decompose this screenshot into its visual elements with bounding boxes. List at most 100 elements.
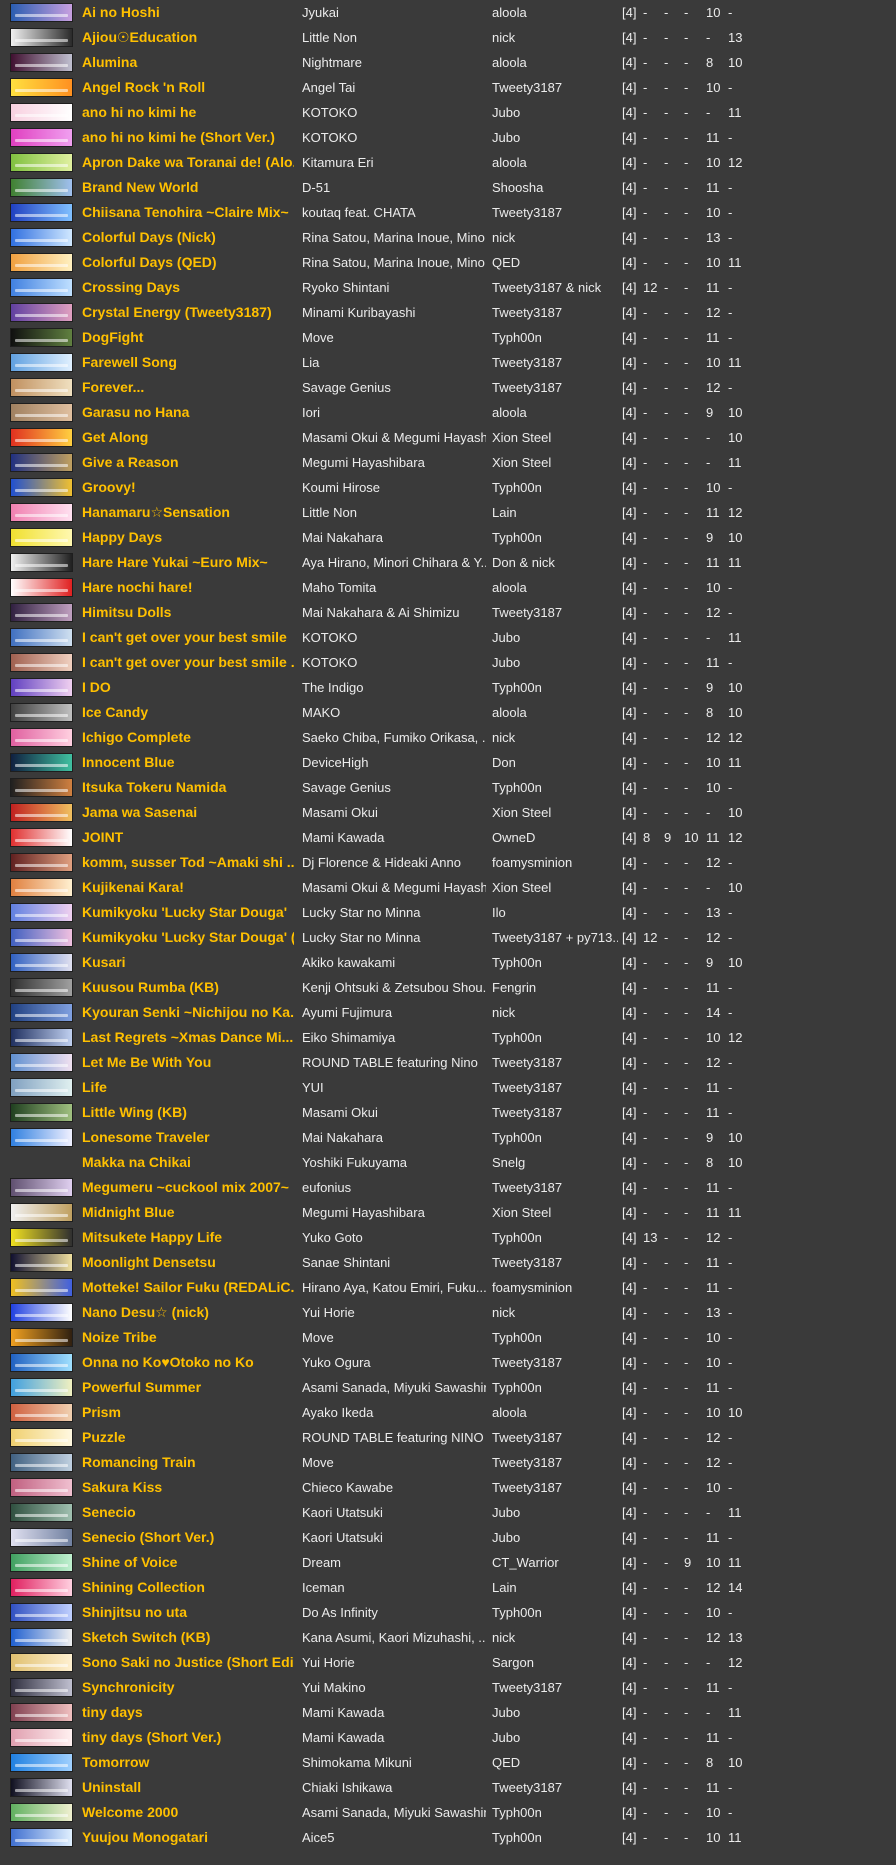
song-title-link[interactable]: Shine of Voice [82, 1550, 294, 1575]
song-title-link[interactable]: tiny days [82, 1700, 294, 1725]
song-row[interactable]: Let Me Be With You ROUND TABLE featuring … [0, 1050, 896, 1075]
song-banner-image[interactable] [10, 1528, 73, 1547]
song-title-link[interactable]: Tomorrow [82, 1750, 294, 1775]
song-row[interactable]: Hanamaru☆Sensation Little Non Lain [4] - - -11… [0, 500, 896, 525]
song-title-link[interactable]: JOINT [82, 825, 294, 850]
song-row[interactable]: Tomorrow Shimokama Mikuni QED [4] - - -8 10 [0, 1750, 896, 1775]
song-title-link[interactable]: ano hi no kimi he [82, 100, 294, 125]
song-title-link[interactable]: Hare nochi hare! [82, 575, 294, 600]
song-banner-image[interactable] [10, 753, 73, 772]
song-title-link[interactable]: Ice Candy [82, 700, 294, 725]
song-row[interactable]: Kumikyoku 'Lucky Star Douga' Lucky Star n… [0, 900, 896, 925]
song-banner-image[interactable] [10, 153, 73, 172]
song-title-link[interactable]: Senecio (Short Ver.) [82, 1525, 294, 1550]
song-banner-image[interactable] [10, 1603, 73, 1622]
song-title-link[interactable]: Sketch Switch (KB) [82, 1625, 294, 1650]
song-banner-image[interactable] [10, 1728, 73, 1747]
song-title-link[interactable]: Kuusou Rumba (KB) [82, 975, 294, 1000]
song-banner-image[interactable] [10, 403, 73, 422]
song-banner-image[interactable] [10, 1028, 73, 1047]
song-banner-image[interactable] [10, 1653, 73, 1672]
song-row[interactable]: Megumeru ~cuckool mix 2007~ eufonius Tweet… [0, 1175, 896, 1200]
song-banner-image[interactable] [10, 903, 73, 922]
song-banner-image[interactable] [10, 1403, 73, 1422]
song-row[interactable]: Kusari Akiko kawakami Typh00n [4] - - -9 10 [0, 950, 896, 975]
song-banner-image[interactable] [10, 253, 73, 272]
song-row[interactable]: Give a Reason Megumi Hayashibara Xion Stee… [0, 450, 896, 475]
song-banner-image[interactable] [10, 278, 73, 297]
song-row[interactable]: Alumina Nightmare aloola [4] - - -8 10 [0, 50, 896, 75]
song-banner-image[interactable] [10, 1278, 73, 1297]
song-title-link[interactable]: Powerful Summer [82, 1375, 294, 1400]
song-banner-image[interactable] [10, 1803, 73, 1822]
song-row[interactable]: Get Along Masami Okui & Megumi Hayashi...… [0, 425, 896, 450]
song-title-link[interactable]: Kusari [82, 950, 294, 975]
song-row[interactable]: Colorful Days (Nick) Rina Satou, Marina I… [0, 225, 896, 250]
song-title-link[interactable]: Hare Hare Yukai ~Euro Mix~ [82, 550, 294, 575]
song-row[interactable]: Hare nochi hare! Maho Tomita aloola [4] - - -1… [0, 575, 896, 600]
song-row[interactable]: Chiisana Tenohira ~Claire Mix~ koutaq fea… [0, 200, 896, 225]
song-title-link[interactable]: Farewell Song [82, 350, 294, 375]
song-banner-image[interactable] [10, 853, 73, 872]
song-banner-image[interactable] [10, 828, 73, 847]
song-title-link[interactable]: Jama wa Sasenai [82, 800, 294, 825]
song-row[interactable]: ano hi no kimi he KOTOKO Jubo [4] - - - -11 [0, 100, 896, 125]
song-title-link[interactable]: Chiisana Tenohira ~Claire Mix~ [82, 200, 294, 225]
song-row[interactable]: ano hi no kimi he (Short Ver.) KOTOKO Jubo… [0, 125, 896, 150]
song-banner-image[interactable] [10, 428, 73, 447]
song-row[interactable]: Sakura Kiss Chieco Kawabe Tweety3187 [4] - - -… [0, 1475, 896, 1500]
song-title-link[interactable]: Ai no Hoshi [82, 0, 294, 25]
song-row[interactable]: Forever... Savage Genius Tweety3187 [4] - - -1… [0, 375, 896, 400]
song-title-link[interactable]: Little Wing (KB) [82, 1100, 294, 1125]
song-row[interactable]: Puzzle ROUND TABLE featuring NINO Tweety31… [0, 1425, 896, 1450]
song-row[interactable]: Brand New World D-51 Shoosha [4] - - -11- [0, 175, 896, 200]
song-title-link[interactable]: Megumeru ~cuckool mix 2007~ [82, 1175, 294, 1200]
song-row[interactable]: Shining Collection Iceman Lain [4] - - -12 14 [0, 1575, 896, 1600]
song-banner-image[interactable] [10, 1328, 73, 1347]
song-row[interactable]: Jama wa Sasenai Masami Okui Xion Steel [4] -… [0, 800, 896, 825]
song-title-link[interactable]: ano hi no kimi he (Short Ver.) [82, 125, 294, 150]
song-title-link[interactable]: Nano Desu☆ (nick) [82, 1300, 294, 1325]
song-row[interactable]: Sono Saki no Justice (Short Edi... Yui Ho… [0, 1650, 896, 1675]
song-title-link[interactable]: Synchronicity [82, 1675, 294, 1700]
song-banner-image[interactable] [10, 303, 73, 322]
song-banner-image[interactable] [10, 1503, 73, 1522]
song-title-link[interactable]: Last Regrets ~Xmas Dance Mi... [82, 1025, 294, 1050]
song-row[interactable]: Little Wing (KB) Masami Okui Tweety3187 [4]… [0, 1100, 896, 1125]
song-banner-image[interactable] [10, 1203, 73, 1222]
song-title-link[interactable]: Hanamaru☆Sensation [82, 500, 294, 525]
song-title-link[interactable]: Angel Rock 'n Roll [82, 75, 294, 100]
song-banner-image[interactable] [10, 1353, 73, 1372]
song-title-link[interactable]: Get Along [82, 425, 294, 450]
song-row[interactable]: I can't get over your best smile ... KOTO… [0, 650, 896, 675]
song-row[interactable]: Itsuka Tokeru Namida Savage Genius Typh00n… [0, 775, 896, 800]
song-banner-image[interactable] [10, 678, 73, 697]
song-banner-image[interactable] [10, 728, 73, 747]
song-title-link[interactable]: Forever... [82, 375, 294, 400]
song-banner-image[interactable] [10, 28, 73, 47]
song-row[interactable]: Hare Hare Yukai ~Euro Mix~ Aya Hirano, Mi… [0, 550, 896, 575]
song-banner-image[interactable] [10, 478, 73, 497]
song-banner-image[interactable] [10, 1303, 73, 1322]
song-row[interactable]: Ichigo Complete Saeko Chiba, Fumiko Orika… [0, 725, 896, 750]
song-row[interactable]: Lonesome Traveler Mai Nakahara Typh00n [4] -… [0, 1125, 896, 1150]
song-row[interactable]: Garasu no Hana Iori aloola [4] - - -9 10 [0, 400, 896, 425]
song-banner-image[interactable] [10, 103, 73, 122]
song-title-link[interactable]: I can't get over your best smile [82, 625, 294, 650]
song-banner-image[interactable] [10, 1103, 73, 1122]
song-title-link[interactable]: Yuujou Monogatari [82, 1825, 294, 1850]
song-banner-image[interactable] [10, 653, 73, 672]
song-title-link[interactable]: Colorful Days (QED) [82, 250, 294, 275]
song-row[interactable]: Senecio (Short Ver.) Kaori Utatsuki Jubo [4… [0, 1525, 896, 1550]
song-banner-image[interactable] [10, 1628, 73, 1647]
song-row[interactable]: Synchronicity Yui Makino Tweety3187 [4] - - -1… [0, 1675, 896, 1700]
song-title-link[interactable]: Itsuka Tokeru Namida [82, 775, 294, 800]
song-title-link[interactable]: Ichigo Complete [82, 725, 294, 750]
song-banner-image[interactable] [10, 353, 73, 372]
song-title-link[interactable]: Kujikenai Kara! [82, 875, 294, 900]
song-title-link[interactable]: Romancing Train [82, 1450, 294, 1475]
song-row[interactable]: Moonlight Densetsu Sanae Shintani Tweety31… [0, 1250, 896, 1275]
song-row[interactable]: I DO The Indigo Typh00n [4] - - -9 10 [0, 675, 896, 700]
song-banner-image[interactable] [10, 1778, 73, 1797]
song-row[interactable]: Kujikenai Kara! Masami Okui & Megumi Haya… [0, 875, 896, 900]
